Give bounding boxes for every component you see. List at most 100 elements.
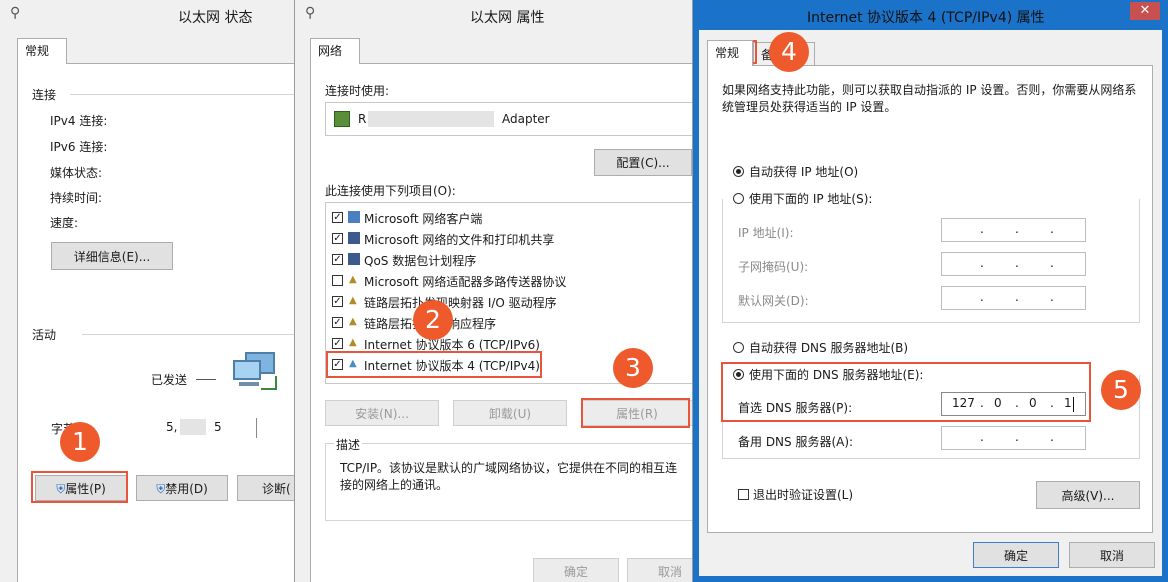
advanced-button[interactable]: 高级(V)...	[1036, 481, 1140, 509]
item-label: Microsoft 网络客户端	[364, 212, 483, 226]
close-button[interactable]: ✕	[1130, 2, 1160, 20]
subnet-label: 子网掩码(U):	[738, 260, 809, 274]
item-label: 链路层拓扑发现映射器 I/O 驱动程序	[364, 296, 557, 310]
ipv4-general-panel: 如果网络支持此功能，则可以获取自动指派的 IP 设置。否则，你需要从网络系统管理…	[707, 65, 1153, 533]
protocol-icon: ▲	[349, 337, 357, 348]
properties-panel: 连接时使用: R Adapter 配置(C)... 此连接使用下列项目(O): …	[310, 63, 692, 582]
highlight-dns-section	[721, 362, 1091, 422]
media-state-label: 媒体状态:	[50, 166, 103, 180]
items-label: 此连接使用下列项目(O):	[325, 184, 456, 198]
protocol-icon: ▲	[349, 274, 357, 285]
description-group: 描述 TCP/IP。该协议是默认的广域网络协议，它提供在不同的相互连接的网络上的…	[325, 436, 692, 521]
alternate-dns-input[interactable]: ...	[941, 426, 1086, 450]
protocol-icon: ▲	[349, 316, 357, 327]
speed-label: 速度:	[50, 216, 79, 230]
ipv4-client-area: 常规 备 如果网络支持此功能，则可以获取自动指派的 IP 设置。否则，你需要从网…	[699, 30, 1162, 576]
item-label: Microsoft 网络的文件和打印机共享	[364, 233, 555, 247]
network-icon: ⚲	[305, 5, 316, 21]
description-title: 描述	[334, 436, 363, 453]
item-checkbox[interactable]: ✓	[332, 233, 343, 244]
properties-window: ⚲ 以太网 属性 网络 连接时使用: R Adapter 配置(C)... 此连…	[295, 0, 693, 582]
disable-button[interactable]: ⛨禁用(D)	[136, 475, 228, 501]
ipv4-titlebar: Internet 协议版本 4 (TCP/IPv4) 属性 ✕	[693, 0, 1168, 30]
tab-general[interactable]: 常规	[707, 40, 753, 66]
bytes-value-end: 5	[214, 420, 222, 434]
description-text: TCP/IP。该协议是默认的广域网络协议，它提供在不同的相互连接的网络上的通讯。	[340, 461, 678, 492]
ipv4-connection-label: IPv4 连接:	[50, 114, 108, 128]
redacted-block	[368, 111, 494, 127]
sent-label: 已发送	[151, 373, 188, 387]
duration-label: 持续时间:	[50, 191, 103, 205]
list-item[interactable]: ✓ ▲ 链路层拓扑发现映射器 I/O 驱动程序	[332, 293, 682, 311]
auto-ip-label: 自动获得 IP 地址(O)	[749, 165, 859, 179]
uninstall-button[interactable]: 卸载(U)	[453, 400, 567, 426]
activity-group-label: 活动	[32, 328, 57, 342]
ok-button[interactable]: 确定	[973, 542, 1059, 568]
item-checkbox[interactable]: ✓	[332, 338, 343, 349]
adapter-icon	[334, 111, 350, 127]
ok-button[interactable]: 确定	[533, 558, 619, 582]
ipv4-window: Internet 协议版本 4 (TCP/IPv4) 属性 ✕ 常规 备 如果网…	[693, 0, 1168, 582]
status-panel: 连接 IPv4 连接: IPv6 连接: 媒体状态: 持续时间: 速度: 详细信…	[17, 63, 294, 582]
subnet-input[interactable]: ...	[941, 252, 1086, 276]
step-badge-3: 3	[613, 348, 653, 388]
gateway-input[interactable]: ...	[941, 286, 1086, 310]
tab-network[interactable]: 网络	[310, 38, 360, 64]
status-window: ⚲ 以太网 状态 常规 连接 IPv4 连接: IPv6 连接: 媒体状态: 持…	[0, 0, 295, 582]
list-item[interactable]: ✓ Microsoft 网络的文件和打印机共享	[332, 230, 682, 248]
diagnose-button[interactable]: 诊断(	[237, 475, 294, 501]
item-checkbox[interactable]	[332, 275, 343, 286]
list-item[interactable]: ✓ QoS 数据包计划程序	[332, 251, 682, 269]
status-window-title: 以太网 状态	[178, 10, 253, 26]
step-badge-2: 2	[413, 300, 453, 340]
step-badge-1: 1	[60, 422, 100, 462]
protocol-icon: ▲	[349, 295, 357, 306]
redacted-block	[180, 419, 206, 435]
step-badge-4: 4	[769, 32, 809, 72]
ip-address-input[interactable]: ...	[941, 218, 1086, 242]
item-label: QoS 数据包计划程序	[364, 254, 477, 268]
item-checkbox[interactable]: ✓	[332, 254, 343, 265]
intro-text: 如果网络支持此功能，则可以获取自动指派的 IP 设置。否则，你需要从网络系统管理…	[722, 83, 1137, 114]
cancel-button[interactable]: 取消	[1069, 542, 1155, 568]
item-checkbox[interactable]: ✓	[332, 296, 343, 307]
disable-label: 禁用(D)	[165, 481, 208, 496]
shield-icon: ⛨	[156, 481, 166, 496]
alternate-dns-label: 备用 DNS 服务器(A):	[738, 435, 854, 449]
adapter-box: R Adapter	[325, 102, 692, 136]
adapter-name: R	[358, 112, 367, 126]
ipv4-window-title: Internet 协议版本 4 (TCP/IPv4) 属性	[807, 10, 1045, 26]
bytes-value: 5,	[166, 420, 178, 434]
list-item[interactable]: ✓ ▲ 链路层拓扑发现响应程序	[332, 314, 682, 332]
details-button[interactable]: 详细信息(E)...	[51, 242, 173, 270]
gateway-label: 默认网关(D):	[738, 294, 809, 308]
auto-dns-radio[interactable]	[733, 342, 744, 353]
highlight-status-properties	[31, 471, 128, 503]
item-checkbox[interactable]: ✓	[332, 317, 343, 328]
connect-using-label: 连接时使用:	[325, 84, 390, 98]
highlight-properties-button	[581, 398, 690, 428]
validate-checkbox[interactable]	[738, 489, 749, 500]
auto-dns-label: 自动获得 DNS 服务器地址(B)	[749, 341, 909, 355]
ipv6-connection-label: IPv6 连接:	[50, 140, 108, 154]
highlight-ipv4-item	[326, 351, 542, 378]
list-item[interactable]: ▲ Microsoft 网络适配器多路传送器协议	[332, 272, 682, 290]
step-badge-5: 5	[1101, 370, 1141, 410]
list-item[interactable]: ✓ Microsoft 网络客户端	[332, 209, 682, 227]
cancel-button[interactable]: 取消	[627, 558, 692, 582]
qos-icon	[348, 253, 360, 265]
status-titlebar: ⚲ 以太网 状态	[0, 0, 294, 30]
configure-button[interactable]: 配置(C)...	[594, 149, 692, 176]
item-checkbox[interactable]: ✓	[332, 212, 343, 223]
file-share-icon	[348, 232, 360, 244]
ip-address-label: IP 地址(I):	[738, 226, 794, 240]
properties-window-title: 以太网 属性	[470, 10, 545, 26]
adapter-suffix: Adapter	[502, 112, 550, 126]
network-computers-icon	[231, 352, 279, 390]
install-button[interactable]: 安装(N)...	[325, 400, 439, 426]
close-icon: ✕	[1139, 3, 1151, 18]
network-icon: ⚲	[10, 5, 21, 21]
tab-general[interactable]: 常规	[17, 38, 67, 64]
item-label: Microsoft 网络适配器多路传送器协议	[364, 275, 567, 289]
auto-ip-radio[interactable]	[733, 166, 744, 177]
